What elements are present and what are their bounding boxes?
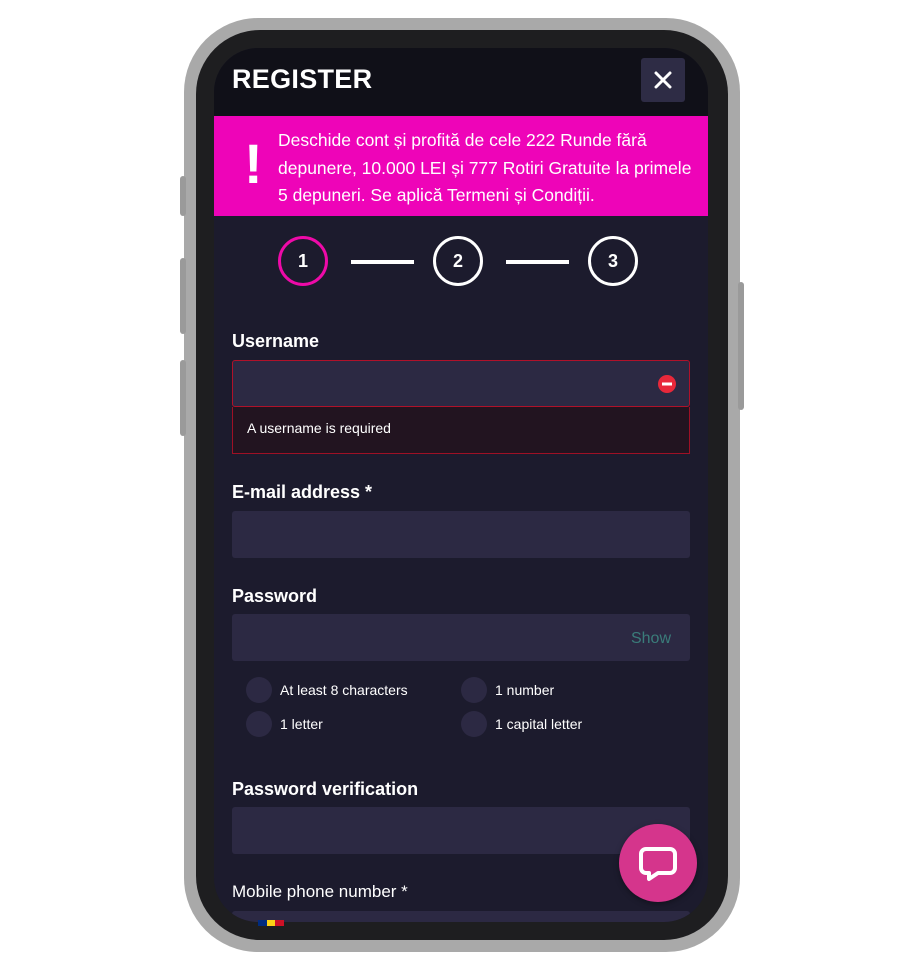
email-label: E-mail address *	[232, 482, 373, 502]
promo-banner: ! Deschide cont și profită de cele 222 R…	[214, 116, 708, 216]
promo-text: Deschide cont și profită de cele 222 Run…	[278, 130, 692, 205]
requirement-text: 1 number	[495, 682, 555, 698]
email-input[interactable]	[232, 511, 690, 558]
phone-side-button-volume-down	[180, 360, 186, 436]
requirement-text: At least 8 characters	[280, 682, 408, 698]
password-label: Password	[232, 586, 318, 606]
username-input[interactable]	[232, 360, 690, 407]
password-requirement: 1 number	[461, 677, 554, 703]
requirement-indicator	[246, 711, 272, 737]
step-3: 3	[588, 236, 638, 286]
password-requirement: At least 8 characters	[246, 677, 408, 703]
username-label: Username	[232, 331, 320, 351]
username-error-text: A username is required	[247, 420, 391, 436]
password-requirement: 1 letter	[246, 711, 323, 737]
requirement-indicator	[246, 677, 272, 703]
chat-bubble-icon	[639, 847, 677, 881]
step-indicator: 1 2 3	[214, 236, 708, 292]
phone-side-button-volume-up	[180, 258, 186, 334]
page-title: REGISTER	[232, 64, 373, 94]
requirement-indicator	[461, 711, 487, 737]
step-1: 1	[278, 236, 328, 286]
chat-button[interactable]	[619, 824, 697, 902]
mobile-label: Mobile phone number *	[232, 882, 408, 901]
close-button[interactable]	[641, 58, 685, 102]
requirement-text: 1 capital letter	[495, 716, 583, 732]
minus-circle-icon	[658, 375, 676, 393]
phone-side-button-power	[738, 282, 744, 410]
requirement-indicator	[461, 677, 487, 703]
mobile-input[interactable]	[232, 911, 690, 922]
phone-side-button-silent	[180, 176, 186, 216]
password-requirement: 1 capital letter	[461, 711, 582, 737]
password-input[interactable]: Show	[232, 614, 690, 661]
requirement-text: 1 letter	[280, 716, 323, 732]
exclamation-icon: !	[244, 132, 263, 195]
header: REGISTER	[214, 48, 708, 116]
username-error: A username is required	[232, 407, 690, 454]
step-connector	[351, 260, 414, 264]
register-screen: REGISTER ! Deschide cont și profită de c…	[214, 48, 708, 922]
password-verification-label: Password verification	[232, 779, 419, 799]
step-2: 2	[433, 236, 483, 286]
romania-flag-icon[interactable]	[258, 920, 285, 926]
step-connector	[506, 260, 569, 264]
show-password-button[interactable]: Show	[631, 630, 671, 648]
close-icon	[654, 71, 672, 89]
